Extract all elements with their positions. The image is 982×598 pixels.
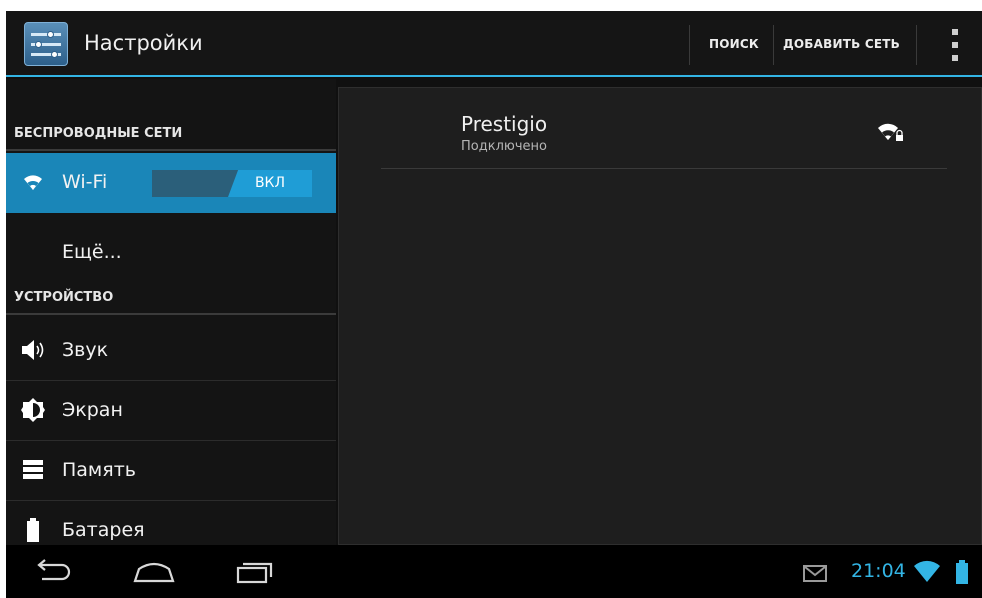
- system-nav-bar: 21:04: [6, 545, 982, 598]
- wifi-toggle[interactable]: ВКЛ: [152, 170, 312, 197]
- toggle-on-label: ВКЛ: [228, 170, 312, 197]
- slider-knob: [47, 31, 54, 38]
- battery-icon: [27, 518, 39, 542]
- add-network-button[interactable]: ДОБАВИТЬ СЕТЬ: [783, 37, 900, 51]
- wifi-signal-icon: [914, 560, 940, 582]
- sidebar-item-wifi[interactable]: Wi-Fi ВКЛ: [6, 153, 336, 213]
- storage-icon: [23, 460, 43, 479]
- sidebar-item-label: Батарея: [62, 519, 145, 541]
- divider: [689, 25, 690, 65]
- sidebar-item-label: Ещё...: [62, 241, 122, 263]
- wifi-networks-panel: Prestigio Подключено: [338, 87, 982, 545]
- home-icon[interactable]: [131, 557, 177, 585]
- clock: 21:04: [851, 560, 906, 582]
- sidebar-item-label: Звук: [62, 339, 109, 361]
- sidebar-item-more[interactable]: Ещё...: [6, 223, 336, 283]
- sidebar-item-battery[interactable]: Батарея: [6, 501, 336, 545]
- slider-knob: [51, 51, 58, 58]
- network-name: Prestigio: [461, 112, 548, 136]
- page-title: Настройки: [84, 31, 203, 55]
- sidebar-item-label: Память: [62, 459, 136, 481]
- brightness-icon: [21, 398, 45, 422]
- sidebar-item-label: Wi-Fi: [62, 171, 108, 193]
- speaker-icon: [22, 340, 44, 360]
- android-screen: Настройки ПОИСК ДОБАВИТЬ СЕТЬ БЕСПРОВОДН…: [6, 11, 982, 598]
- network-status: Подключено: [461, 139, 547, 154]
- wifi-icon: [24, 175, 42, 190]
- slider-line: [31, 33, 61, 36]
- sidebar-item-label: Экран: [62, 399, 123, 421]
- recent-apps-icon[interactable]: [232, 557, 278, 585]
- gmail-icon[interactable]: [802, 563, 828, 583]
- wifi-locked-icon: [878, 123, 903, 141]
- overflow-menu-icon[interactable]: [946, 29, 964, 63]
- divider: [773, 25, 774, 65]
- section-header-device: УСТРОЙСТВО: [6, 281, 336, 315]
- battery-icon: [956, 560, 968, 584]
- divider: [381, 168, 947, 169]
- sidebar-item-sound[interactable]: Звук: [6, 321, 336, 381]
- sidebar-item-display[interactable]: Экран: [6, 381, 336, 441]
- action-bar: Настройки ПОИСК ДОБАВИТЬ СЕТЬ: [6, 11, 982, 77]
- divider: [916, 25, 917, 65]
- section-header-wireless: БЕСПРОВОДНЫЕ СЕТИ: [6, 117, 336, 151]
- back-icon[interactable]: [30, 557, 76, 585]
- slider-knob: [35, 41, 42, 48]
- search-button[interactable]: ПОИСК: [709, 37, 759, 51]
- settings-sidebar: БЕСПРОВОДНЫЕ СЕТИ Wi-Fi ВКЛ Ещё... УСТРО…: [6, 79, 336, 545]
- settings-app-icon[interactable]: [24, 22, 68, 66]
- sidebar-item-storage[interactable]: Память: [6, 441, 336, 501]
